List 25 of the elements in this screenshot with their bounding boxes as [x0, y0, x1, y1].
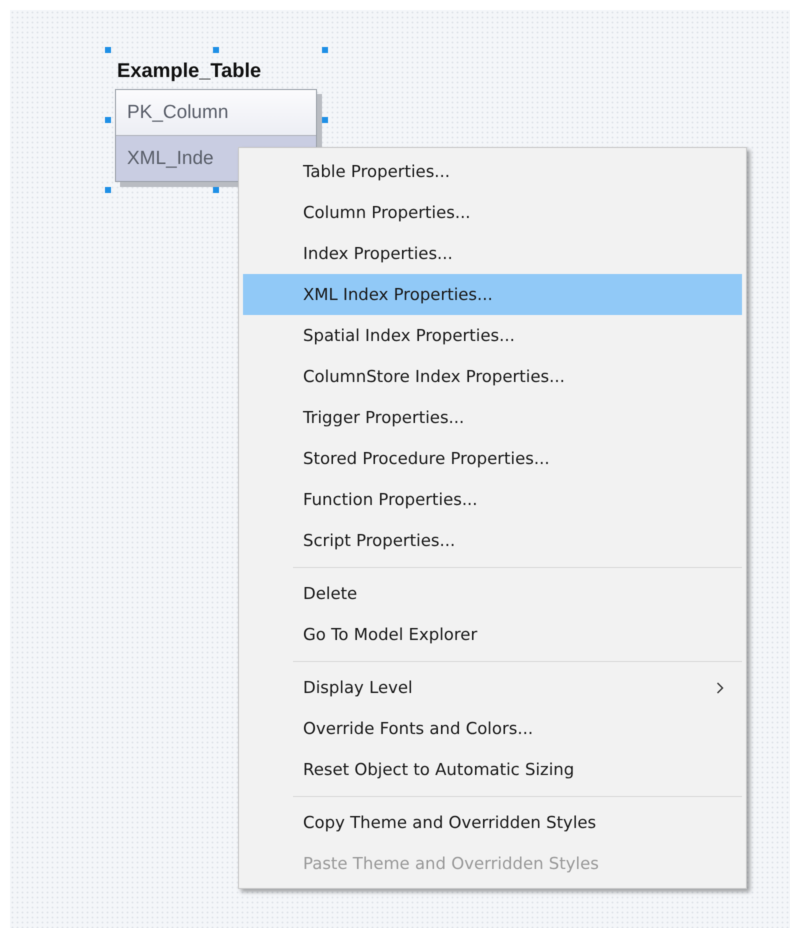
resize-handle[interactable] — [213, 47, 219, 53]
menu-item[interactable]: Override Fonts and Colors... — [243, 708, 742, 749]
menu-item[interactable]: Function Properties... — [243, 479, 742, 520]
menu-item[interactable]: Spatial Index Properties... — [243, 315, 742, 356]
menu-item[interactable]: Display Level — [243, 667, 742, 708]
table-title: Example_Table — [117, 60, 262, 83]
menu-item[interactable]: Column Properties... — [243, 192, 742, 233]
menu-item[interactable]: Script Properties... — [243, 520, 742, 561]
resize-handle[interactable] — [105, 187, 111, 193]
resize-handle[interactable] — [322, 117, 328, 123]
menu-item[interactable]: Trigger Properties... — [243, 397, 742, 438]
resize-handle[interactable] — [105, 117, 111, 123]
menu-item[interactable]: Reset Object to Automatic Sizing — [243, 749, 742, 790]
menu-item[interactable]: Go To Model Explorer — [243, 614, 742, 655]
resize-handle[interactable] — [105, 47, 111, 53]
menu-item[interactable]: ColumnStore Index Properties... — [243, 356, 742, 397]
menu-item[interactable]: Delete — [243, 573, 742, 614]
chevron-right-icon — [716, 682, 724, 694]
resize-handle[interactable] — [213, 187, 219, 193]
menu-item[interactable]: Stored Procedure Properties... — [243, 438, 742, 479]
column-row[interactable]: PK_Column — [116, 90, 316, 135]
resize-handle[interactable] — [322, 47, 328, 53]
menu-item[interactable]: Index Properties... — [243, 233, 742, 274]
menu-item[interactable]: XML Index Properties... — [243, 274, 742, 315]
menu-item[interactable]: Copy Theme and Overridden Styles — [243, 802, 742, 843]
